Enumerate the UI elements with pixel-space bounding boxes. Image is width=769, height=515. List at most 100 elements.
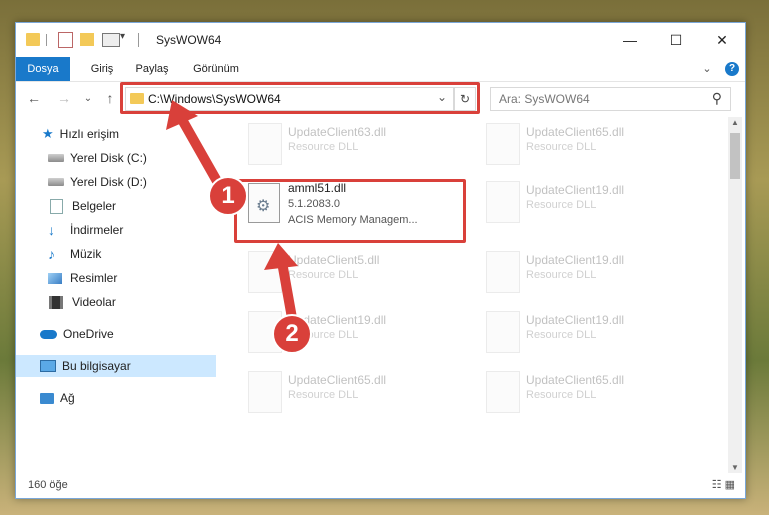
customize-qa-icon[interactable] — [102, 33, 120, 47]
file-description: Resource DLL — [288, 141, 359, 153]
back-button[interactable]: ← — [24, 88, 44, 108]
status-bar: 160 öğe ☷ ▦ — [16, 473, 745, 498]
sidebar-item-label: Yerel Disk (C:) — [70, 151, 147, 165]
sidebar-item-label: İndirmeler — [70, 223, 124, 237]
item-count: 160 öğe — [28, 479, 68, 491]
file-description: Resource DLL — [526, 329, 597, 341]
folder-icon — [26, 33, 40, 46]
document-icon — [50, 198, 63, 214]
star-icon: ★ — [42, 126, 54, 141]
sidebar-item-disk-c[interactable]: Yerel Disk (C:) — [16, 147, 243, 169]
step-1-badge: 1 — [208, 176, 248, 216]
file-list: UpdateClient63.dll Resource DLL UpdateCl… — [216, 117, 728, 473]
dll-file-icon — [486, 123, 520, 165]
file-description: Resource DLL — [526, 389, 597, 401]
scrollbar-thumb[interactable] — [730, 133, 740, 179]
sidebar-item-label: Belgeler — [72, 199, 117, 213]
search-box[interactable]: Ara: SysWOW64 ⚲ — [490, 87, 731, 111]
sidebar-item-label: OneDrive — [63, 327, 114, 341]
close-button[interactable]: ✕ — [699, 23, 745, 57]
tab-file[interactable]: Dosya — [16, 57, 70, 81]
properties-icon[interactable] — [58, 32, 73, 48]
qa-dropdown-icon[interactable]: ▾ — [120, 31, 125, 49]
help-icon[interactable]: ? — [725, 62, 739, 76]
sidebar-item-label: Yerel Disk (D:) — [70, 175, 147, 189]
tab-view[interactable]: Görünüm — [186, 57, 246, 81]
file-name: UpdateClient19.dll — [526, 183, 625, 197]
step-2-badge: 2 — [272, 314, 312, 354]
file-name: UpdateClient65.dll — [526, 125, 625, 139]
recent-locations-icon[interactable]: ⌄ — [78, 88, 98, 108]
address-highlight-box — [120, 82, 480, 114]
file-description: Resource DLL — [526, 269, 597, 281]
vertical-scrollbar[interactable]: ▲ ▼ — [728, 117, 742, 473]
file-item[interactable]: UpdateClient19.dll Resource DLL — [476, 177, 696, 231]
sidebar-item-downloads[interactable]: ↓ İndirmeler 📌 — [16, 219, 243, 241]
maximize-button[interactable]: ☐ — [653, 23, 699, 57]
sidebar-item-label: Müzik — [70, 247, 102, 261]
file-item[interactable]: UpdateClient19.dll Resource DLL — [238, 307, 458, 361]
file-item[interactable]: UpdateClient65.dll Resource DLL — [476, 119, 696, 173]
file-description: Resource DLL — [288, 269, 359, 281]
file-name: UpdateClient19.dll — [526, 313, 625, 327]
music-icon: ♪ — [48, 246, 55, 262]
file-item[interactable]: UpdateClient63.dll Resource DLL — [238, 119, 458, 173]
sidebar-item-label: Resimler — [70, 271, 118, 285]
sidebar-item-music[interactable]: ♪ Müzik 📌 — [16, 243, 243, 265]
sidebar-item-onedrive[interactable]: OneDrive — [16, 323, 235, 345]
dll-file-icon — [486, 311, 520, 353]
search-input[interactable]: Ara: SysWOW64 — [499, 92, 590, 106]
file-name: UpdateClient65.dll — [526, 373, 625, 387]
view-toggle-icon[interactable]: ☷ ▦ — [712, 478, 735, 491]
dll-file-icon — [486, 251, 520, 293]
file-description: Resource DLL — [526, 141, 597, 153]
file-highlight-box — [234, 179, 466, 243]
dll-file-icon — [248, 251, 282, 293]
sidebar-item-label: Bu bilgisayar — [62, 359, 131, 373]
ribbon-expand-icon[interactable]: ⌄ — [700, 57, 714, 81]
up-button[interactable]: ↑ — [100, 88, 120, 108]
pictures-icon — [48, 272, 62, 284]
file-description: Resource DLL — [526, 199, 597, 211]
navigation-pane: ★ Hızlı erişim Yerel Disk (C:) Yerel Dis… — [16, 117, 237, 473]
cloud-icon — [40, 329, 57, 339]
download-icon: ↓ — [48, 222, 55, 238]
file-item[interactable]: UpdateClient19.dll Resource DLL — [476, 307, 696, 361]
new-folder-icon[interactable] — [80, 33, 94, 46]
sidebar-item-label: Videolar — [72, 295, 116, 309]
scroll-down-icon[interactable]: ▼ — [731, 463, 739, 472]
sidebar-item-label: Hızlı erişim — [59, 127, 119, 141]
separator — [46, 34, 47, 46]
drive-icon — [48, 178, 64, 186]
file-name: UpdateClient63.dll — [288, 125, 387, 139]
dll-file-icon — [248, 371, 282, 413]
file-name: UpdateClient19.dll — [526, 253, 625, 267]
sidebar-item-pictures[interactable]: Resimler 📌 — [16, 267, 243, 289]
dll-file-icon — [486, 371, 520, 413]
ribbon: Dosya Giriş Paylaş Görünüm ⌄ ? — [16, 57, 745, 82]
sidebar-item-label: Ağ — [60, 391, 75, 405]
scroll-up-icon[interactable]: ▲ — [731, 118, 739, 127]
dll-file-icon — [486, 181, 520, 223]
file-item[interactable]: UpdateClient65.dll Resource DLL — [476, 367, 696, 421]
sidebar-item-this-pc[interactable]: Bu bilgisayar — [16, 355, 235, 377]
file-item[interactable]: UpdateClient5.dll Resource DLL — [238, 247, 458, 301]
search-icon[interactable]: ⚲ — [712, 90, 722, 107]
forward-button[interactable]: → — [54, 88, 74, 108]
sidebar-item-videos[interactable]: Videolar 📌 — [16, 291, 243, 313]
video-icon — [49, 295, 63, 309]
drive-icon — [48, 154, 64, 162]
minimize-button[interactable]: — — [607, 23, 653, 57]
title-bar: ▾ SysWOW64 — ☐ ✕ — [16, 23, 745, 57]
dll-file-icon — [248, 123, 282, 165]
file-name: UpdateClient5.dll — [288, 253, 380, 267]
sidebar-item-network[interactable]: Ağ — [16, 387, 235, 409]
tab-share[interactable]: Paylaş — [128, 57, 176, 81]
file-name: UpdateClient65.dll — [288, 373, 387, 387]
file-item[interactable]: UpdateClient65.dll Resource DLL — [238, 367, 458, 421]
file-item[interactable]: UpdateClient19.dll Resource DLL — [476, 247, 696, 301]
sidebar-item-quick-access[interactable]: ★ Hızlı erişim — [16, 123, 237, 145]
file-description: Resource DLL — [288, 389, 359, 401]
tab-home[interactable]: Giriş — [82, 57, 122, 81]
computer-icon — [40, 360, 56, 372]
